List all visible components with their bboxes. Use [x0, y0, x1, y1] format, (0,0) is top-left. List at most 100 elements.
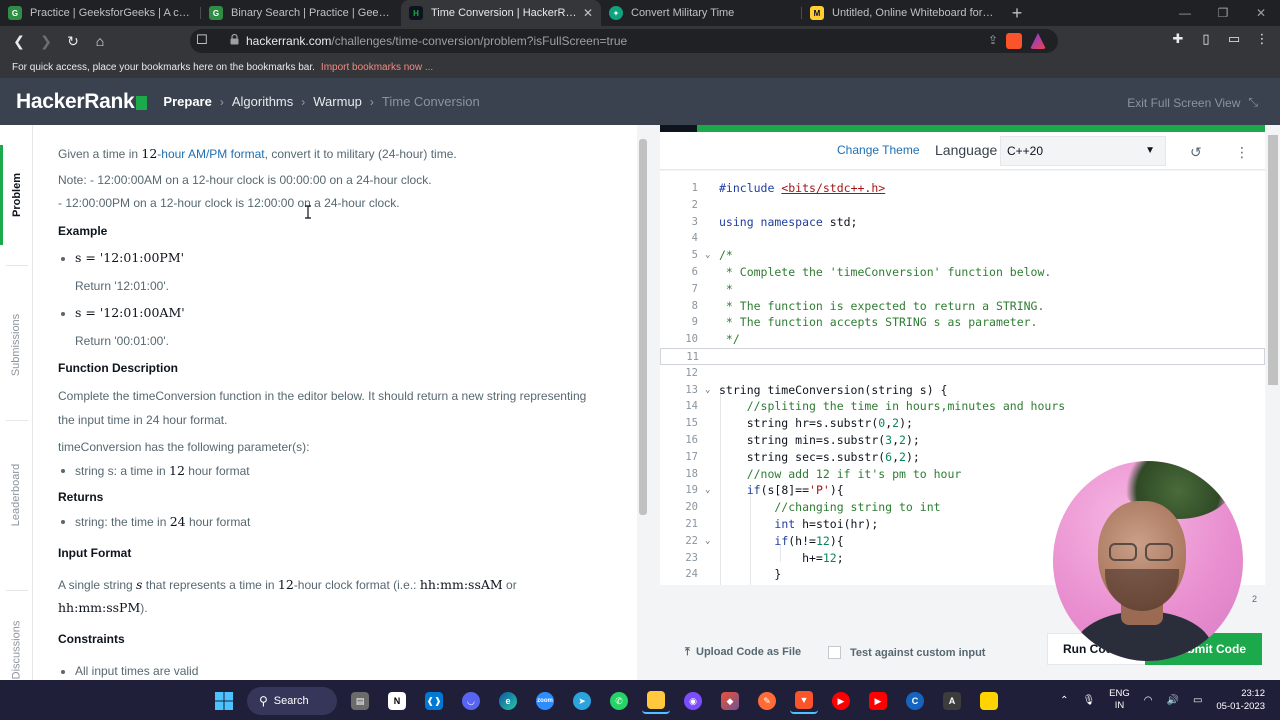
brave-shields-icon[interactable]	[1006, 33, 1022, 49]
breadcrumb-algorithms[interactable]: Algorithms	[232, 94, 293, 109]
wallet-icon[interactable]: ▭	[1226, 31, 1242, 47]
extensions-icon[interactable]: ✚	[1170, 31, 1186, 47]
scrollbar-thumb[interactable]	[1268, 135, 1278, 385]
breadcrumb-warmup[interactable]: Warmup	[313, 94, 362, 109]
clock[interactable]: 23:12 05-01-2023	[1216, 687, 1265, 713]
brave-rewards-icon[interactable]	[1030, 33, 1046, 49]
taskbar-git[interactable]: ◆	[716, 688, 744, 714]
language-select[interactable]: C++20 ▼	[1000, 136, 1166, 166]
language-label: Language	[935, 142, 998, 158]
bookmark-icon[interactable]: ☐	[196, 32, 208, 48]
change-theme-link[interactable]: Change Theme	[837, 143, 920, 157]
code-line[interactable]: 6 * Complete the 'timeConversion' functi…	[660, 264, 1265, 281]
code-line[interactable]: 11	[660, 348, 1265, 365]
wifi-icon[interactable]: ◠	[1144, 695, 1153, 706]
tab-problem[interactable]: Problem	[0, 145, 33, 245]
custom-input-checkbox[interactable]	[828, 646, 841, 659]
hackerrank-icon: H	[409, 6, 423, 20]
tab-leaderboard[interactable]: Leaderboard	[0, 445, 33, 545]
taskbar-discord[interactable]: ◡	[457, 688, 485, 714]
forward-icon[interactable]: ❯	[33, 28, 59, 54]
menu-icon[interactable]: ⋮	[1254, 31, 1270, 47]
upload-code-button[interactable]: ⤒ Upload Code as File	[685, 646, 801, 659]
share-icon[interactable]: ⇪	[988, 33, 998, 49]
panel-splitter[interactable]	[649, 125, 660, 680]
maximize-icon[interactable]: ❐	[1204, 0, 1242, 26]
fold-chevron-icon[interactable]: ⌄	[705, 533, 710, 550]
browser-tab-miro[interactable]: M Untitled, Online Whiteboard for Visual	[802, 0, 1002, 26]
taskbar-codeblocks[interactable]: C	[901, 688, 929, 714]
language-indicator[interactable]: ENG IN	[1109, 688, 1130, 712]
tab-submissions[interactable]: Submissions	[0, 295, 33, 395]
taskbar-zoom[interactable]: zoom	[531, 688, 559, 714]
microphone-icon[interactable]: 🎙	[1082, 695, 1095, 706]
exit-fullscreen-button[interactable]: Exit Full Screen View ⤡	[1127, 95, 1258, 110]
code-line[interactable]: 3 using namespace std;	[660, 214, 1265, 231]
taskbar-whatsapp[interactable]: ✆	[605, 688, 633, 714]
new-tab-button[interactable]: +	[1002, 0, 1032, 26]
code-text: * The function accepts STRING s as param…	[719, 315, 1038, 330]
code-line[interactable]: 7 *	[660, 281, 1265, 298]
taskbar-youtube-music[interactable]: ▶	[827, 688, 855, 714]
code-line[interactable]: 2	[660, 197, 1265, 214]
browser-tab-gfg-binary-search[interactable]: G Binary Search | Practice | GeeksforGee	[201, 0, 401, 26]
taskbar-postman[interactable]: ✎	[753, 688, 781, 714]
toolbar-right: ✚ ▯ ▭ ⋮	[1170, 31, 1270, 47]
taskbar-search[interactable]: ⚲ Search	[247, 687, 337, 715]
browser-tab-strip: G Practice | GeeksforGeeks | A computer …	[0, 0, 1280, 26]
format-link[interactable]: -hour AM/PM format	[157, 147, 264, 161]
back-icon[interactable]: ❮	[6, 28, 32, 54]
reload-icon[interactable]: ↻	[60, 28, 86, 54]
taskbar-sticky-notes[interactable]	[975, 688, 1003, 714]
taskbar-folder[interactable]	[642, 688, 670, 714]
code-line[interactable]: 15 string hr=s.substr(0,2);	[660, 415, 1265, 432]
taskbar-github[interactable]: ◉	[679, 688, 707, 714]
code-line[interactable]: 13 ⌄ string timeConversion(string s) {	[660, 382, 1265, 399]
language-value: C++20	[1007, 144, 1044, 158]
reset-code-icon[interactable]: ↺	[1190, 144, 1202, 161]
taskbar-youtube[interactable]: ▶	[864, 688, 892, 714]
code-line[interactable]: 8 * The function is expected to return a…	[660, 298, 1265, 315]
home-icon[interactable]: ⌂	[87, 28, 113, 54]
code-line[interactable]: 4	[660, 230, 1265, 247]
close-window-icon[interactable]: ✕	[1242, 0, 1280, 26]
custom-input-label[interactable]: Test against custom input	[850, 647, 985, 659]
fold-chevron-icon[interactable]: ⌄	[705, 482, 710, 499]
breadcrumb-prepare[interactable]: Prepare	[163, 94, 211, 109]
code-line[interactable]: 9 * The function accepts STRING s as par…	[660, 314, 1265, 331]
code-line[interactable]: 16 string min=s.substr(3,2);	[660, 432, 1265, 449]
taskbar-file-explorer[interactable]: ▤	[346, 688, 374, 714]
fold-chevron-icon[interactable]: ⌄	[705, 382, 710, 399]
code-line[interactable]: 14 //spliting the time in hours,minutes …	[660, 398, 1265, 415]
taskbar-notion[interactable]: N	[383, 688, 411, 714]
chevron-up-icon[interactable]: ⌃	[1060, 695, 1068, 706]
taskbar-telegram[interactable]: ➤	[568, 688, 596, 714]
taskbar-edge[interactable]: e	[494, 688, 522, 714]
taskbar-app-a[interactable]: A	[938, 688, 966, 714]
hackerrank-logo[interactable]: HackerRank	[16, 90, 148, 114]
taskbar-vscode[interactable]: ❰❱	[420, 688, 448, 714]
close-icon[interactable]: ✕	[583, 6, 593, 20]
code-line[interactable]: 10 */	[660, 331, 1265, 348]
code-line[interactable]: 5 ⌄ /*	[660, 247, 1265, 264]
sidebar-icon[interactable]: ▯	[1198, 31, 1214, 47]
browser-tab-hackerrank[interactable]: H Time Conversion | HackerRank ✕	[401, 0, 601, 26]
fold-chevron-icon[interactable]: ⌄	[705, 247, 710, 264]
more-options-icon[interactable]: ⋮	[1235, 144, 1249, 161]
scroll-hint: 2	[1252, 594, 1258, 604]
problem-scrollbar[interactable]	[637, 125, 649, 680]
browser-tab-gfg-practice[interactable]: G Practice | GeeksforGeeks | A computer	[0, 0, 200, 26]
page-scrollbar[interactable]	[1266, 125, 1280, 680]
code-line[interactable]: 12	[660, 365, 1265, 382]
address-bar[interactable]: hackerrank.com/challenges/time-conversio…	[190, 29, 1058, 53]
example-1-return: Return '12:01:00'.	[75, 279, 169, 293]
import-bookmarks-link[interactable]: Import bookmarks now ...	[321, 62, 433, 73]
volume-icon[interactable]: 🔊	[1166, 695, 1178, 706]
start-button[interactable]	[210, 688, 238, 714]
battery-icon[interactable]: ▭	[1193, 695, 1202, 706]
browser-tab-convert-military[interactable]: ✦ Convert Military Time	[601, 0, 801, 26]
code-line[interactable]: 1 #include <bits/stdc++.h>	[660, 180, 1265, 197]
taskbar-brave[interactable]: ▼	[790, 688, 818, 714]
minimize-icon[interactable]: —	[1166, 0, 1204, 26]
scrollbar-thumb[interactable]	[639, 139, 647, 515]
